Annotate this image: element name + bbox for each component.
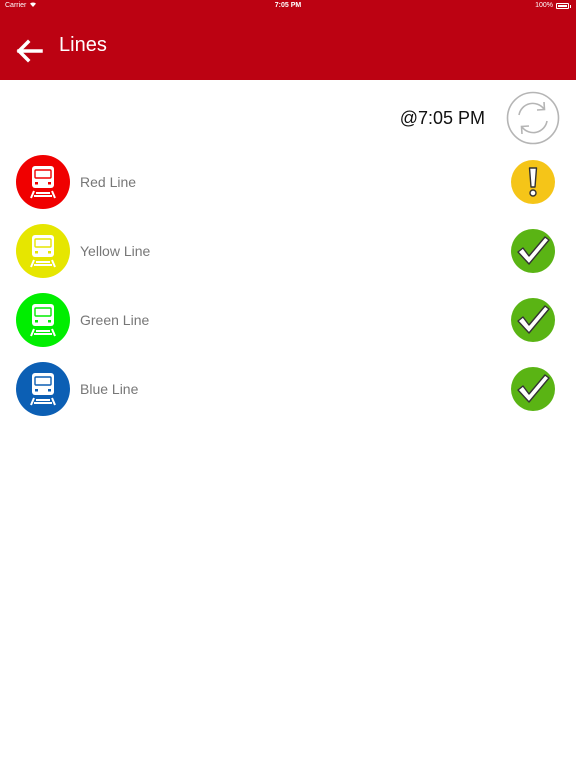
checkmark-icon — [517, 305, 550, 334]
train-icon — [30, 304, 56, 337]
train-icon — [30, 235, 56, 268]
status-ok-icon — [511, 367, 555, 411]
battery-percent: 100% — [535, 2, 553, 9]
line-name: Green Line — [80, 312, 150, 328]
status-time: 7:05 PM — [274, 2, 302, 9]
line-color-badge — [16, 362, 70, 416]
status-alert-icon — [511, 160, 555, 204]
last-updated-time: @7:05 PM — [399, 108, 485, 128]
line-name: Red Line — [80, 174, 137, 190]
line-color-badge — [16, 293, 70, 347]
battery-tip — [570, 4, 571, 8]
status-ok-icon — [511, 298, 555, 342]
line-color-badge — [16, 155, 70, 209]
arrow-left-icon — [16, 39, 43, 63]
page-title: Lines — [59, 34, 107, 56]
train-icon — [30, 373, 56, 406]
line-name: Yellow Line — [80, 243, 151, 259]
status-ok-icon — [511, 229, 555, 273]
line-name: Blue Line — [80, 381, 139, 397]
line-item-yellow[interactable]: Yellow Line — [0, 224, 576, 280]
app-root: Carrier 7:05 PM 100% Lines @7:05 PM Red … — [0, 0, 576, 768]
refresh-icon — [506, 91, 560, 145]
line-item-green[interactable]: Green Line — [0, 293, 576, 349]
status-bar: Carrier 7:05 PM 100% — [0, 0, 576, 12]
header: Carrier 7:05 PM 100% Lines — [0, 0, 576, 80]
status-right: 100% — [535, 0, 571, 12]
line-item-blue[interactable]: Blue Line — [0, 362, 576, 418]
battery-icon — [556, 3, 569, 9]
checkmark-icon — [517, 236, 550, 265]
line-color-badge — [16, 224, 70, 278]
exclamation-icon — [528, 167, 538, 197]
line-item-red[interactable]: Red Line — [0, 155, 576, 211]
checkmark-icon — [517, 374, 550, 403]
train-icon — [30, 166, 56, 199]
back-button[interactable] — [14, 37, 44, 65]
refresh-button[interactable] — [506, 91, 560, 145]
